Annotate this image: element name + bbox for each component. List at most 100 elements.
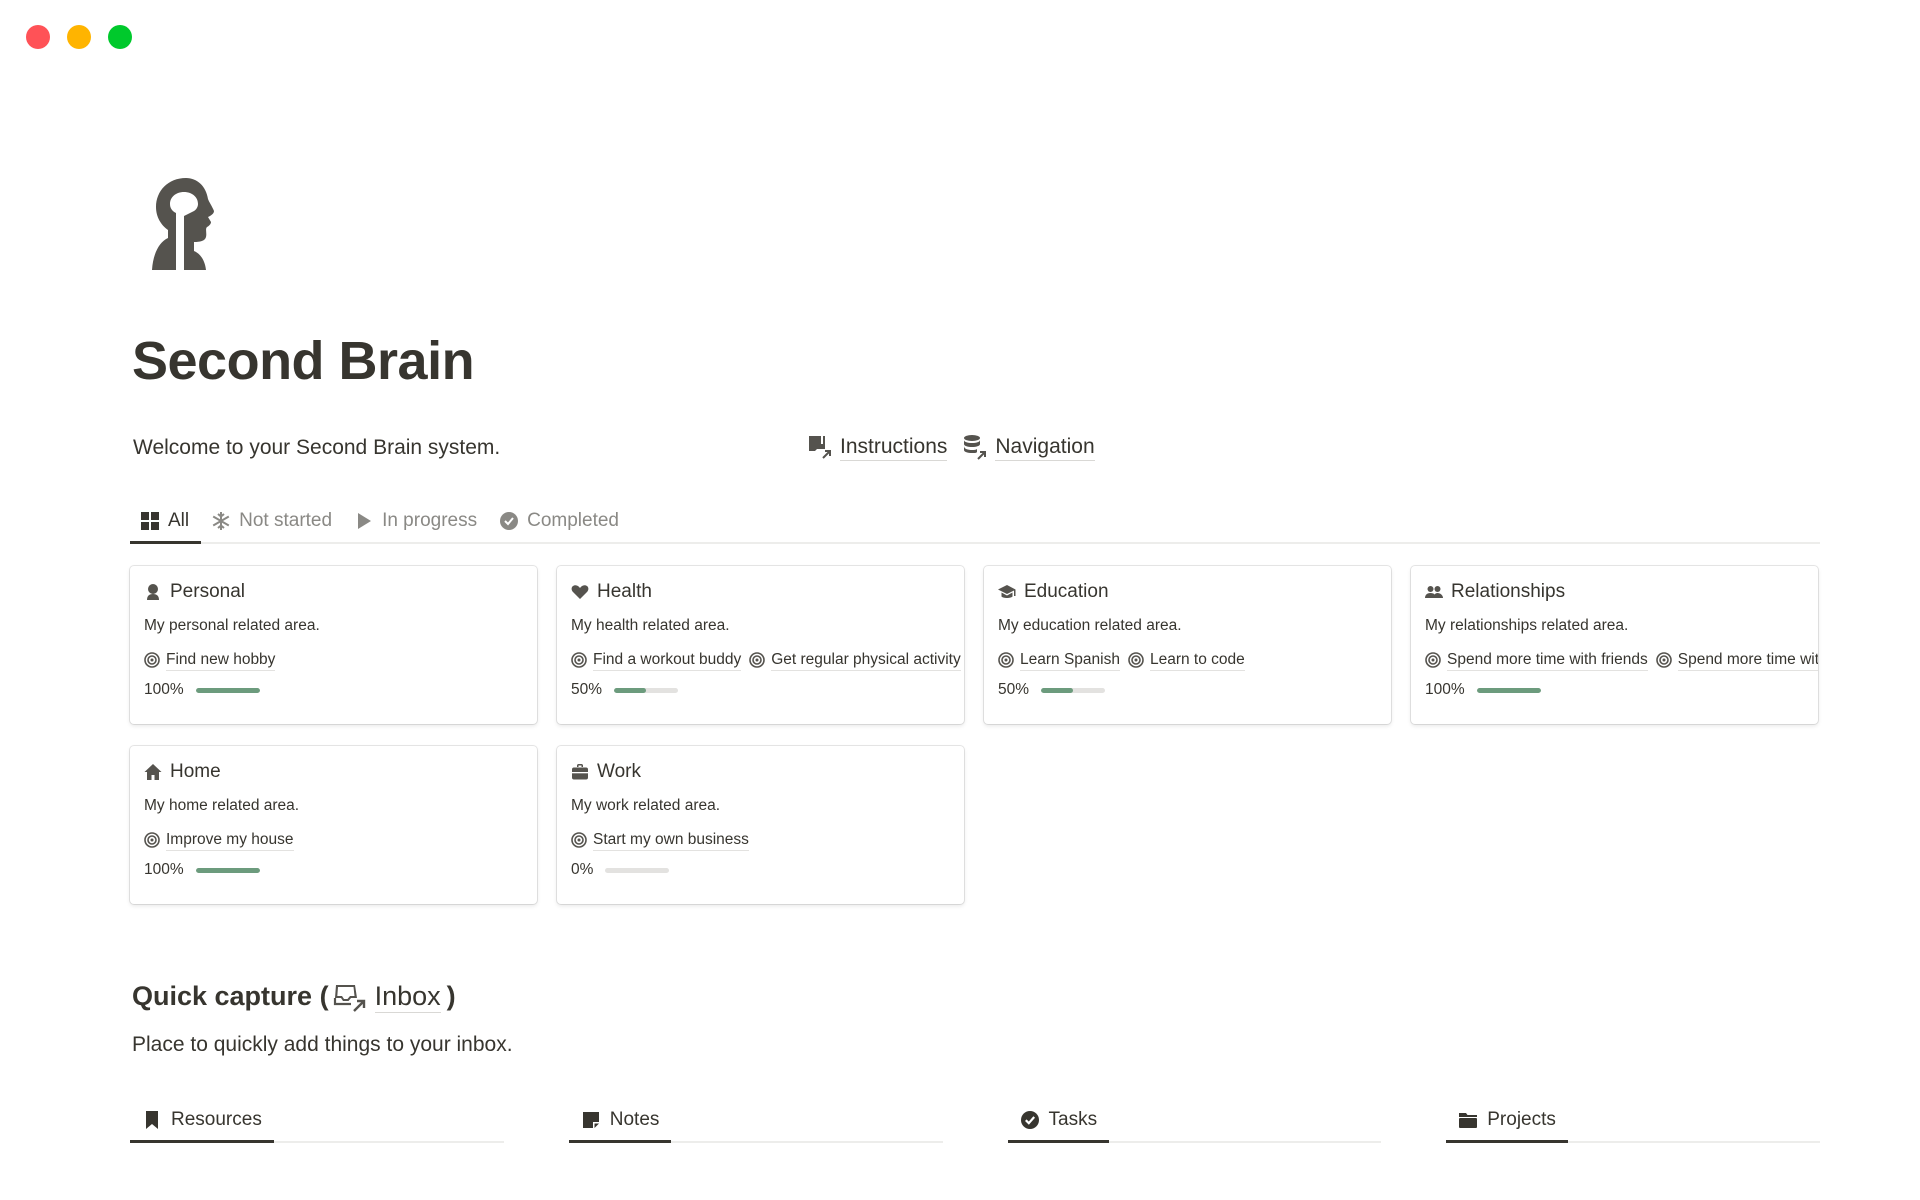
- area-name: Health: [597, 581, 652, 602]
- tab-tasks[interactable]: Tasks: [1007, 1098, 1110, 1143]
- maximize-window-button[interactable]: [108, 25, 132, 49]
- target-icon: [1655, 652, 1672, 668]
- progress-bar-fill: [614, 687, 647, 693]
- tab-tasks-label: Tasks: [1048, 1108, 1098, 1130]
- area-progress: 0%: [571, 861, 964, 879]
- area-description: My health related area.: [571, 617, 730, 634]
- goal-label: Learn to code: [1149, 650, 1245, 671]
- goal-link[interactable]: Spend more time with friends: [1425, 649, 1648, 671]
- tab-not-started-label: Not started: [239, 510, 333, 531]
- goal-label: Find new hobby: [166, 650, 276, 671]
- goal-link[interactable]: Find a workout buddy: [571, 649, 742, 671]
- area-card-personal[interactable]: Personal My personal related area. Find …: [130, 566, 537, 724]
- goal-label: Get regular physical activity: [771, 650, 961, 671]
- area-description: My relationships related area.: [1425, 617, 1629, 634]
- progress-bar: [1041, 687, 1106, 693]
- goal-link[interactable]: Learn to code: [1128, 649, 1245, 671]
- progress-label: 100%: [144, 681, 184, 698]
- progress-bar-fill: [1041, 687, 1074, 693]
- resources-section: Resources: [130, 1098, 504, 1143]
- head-brain-icon[interactable]: [150, 176, 226, 272]
- quick-capture-heading-suffix: ): [446, 981, 456, 1011]
- area-name: Personal: [170, 581, 245, 602]
- progress-label: 50%: [571, 681, 603, 698]
- area-name: Home: [170, 761, 221, 782]
- house-icon: [144, 764, 162, 780]
- tab-projects-label: Projects: [1487, 1108, 1556, 1130]
- instructions-link[interactable]: Instructions: [806, 433, 948, 461]
- area-filter-tabs: All Not started In progress Completed: [130, 500, 1820, 544]
- tab-all-label: All: [168, 510, 190, 531]
- area-card-home[interactable]: Home My home related area. Improve my ho…: [130, 746, 537, 904]
- goal-label: Improve my house: [166, 830, 294, 851]
- projects-section: Projects: [1446, 1098, 1820, 1143]
- tab-resources[interactable]: Resources: [130, 1098, 274, 1143]
- goal-link[interactable]: Start my own business: [571, 829, 749, 851]
- tasks-section: Tasks: [1007, 1098, 1382, 1143]
- area-card-health[interactable]: Health My health related area. Find a wo…: [557, 566, 964, 724]
- tab-in-progress-label: In progress: [382, 510, 478, 531]
- target-icon: [571, 652, 587, 668]
- areas-gallery: Personal My personal related area. Find …: [130, 566, 1820, 904]
- navigation-link-label: Navigation: [995, 434, 1095, 461]
- close-window-button[interactable]: [26, 25, 50, 49]
- goal-link[interactable]: Improve my house: [144, 829, 294, 851]
- area-description: My work related area.: [571, 797, 721, 814]
- play-icon: [358, 513, 372, 529]
- quick-capture-sections: Resources Notes Tasks Projects: [130, 1098, 1820, 1143]
- area-name: Education: [1024, 581, 1109, 602]
- navigation-link[interactable]: Navigation: [961, 433, 1095, 461]
- area-goals: Learn Spanish Learn to code: [998, 649, 1391, 671]
- area-progress: 100%: [1425, 681, 1818, 699]
- minimize-window-button[interactable]: [67, 25, 91, 49]
- goal-label: Spend more time with family: [1677, 650, 1818, 671]
- progress-bar: [1476, 687, 1541, 693]
- page-links: Instructions Navigation: [806, 433, 1095, 461]
- tab-notes[interactable]: Notes: [568, 1098, 672, 1143]
- tab-in-progress[interactable]: In progress: [344, 500, 489, 542]
- area-card-relationships[interactable]: Relationships My relationships related a…: [1411, 566, 1818, 724]
- progress-label: 0%: [571, 861, 594, 878]
- goal-label: Spend more time with friends: [1447, 650, 1648, 671]
- tab-completed[interactable]: Completed: [489, 500, 631, 542]
- area-progress: 100%: [144, 681, 537, 699]
- progress-label: 100%: [1425, 681, 1465, 698]
- goal-link[interactable]: Spend more time with family: [1655, 649, 1818, 671]
- goal-link[interactable]: Get regular physical activity: [749, 649, 961, 671]
- quick-capture-heading-prefix: Quick capture (: [132, 981, 329, 1011]
- target-icon: [998, 652, 1014, 668]
- progress-bar: [605, 867, 670, 873]
- target-icon: [1128, 652, 1144, 668]
- area-progress: 50%: [571, 681, 964, 699]
- goal-link[interactable]: Find new hobby: [144, 649, 276, 671]
- area-progress: 100%: [144, 861, 537, 879]
- area-card-education[interactable]: Education My education related area. Lea…: [984, 566, 1391, 724]
- target-icon: [144, 832, 160, 848]
- tab-projects[interactable]: Projects: [1446, 1098, 1568, 1143]
- goal-link[interactable]: Learn Spanish: [998, 649, 1120, 671]
- tab-completed-label: Completed: [527, 510, 619, 531]
- page-title: Second Brain: [132, 331, 475, 391]
- tab-all[interactable]: All: [130, 500, 202, 544]
- area-card-work[interactable]: Work My work related area. Start my own …: [557, 746, 964, 904]
- area-name: Relationships: [1451, 581, 1566, 602]
- progress-bar-fill: [195, 867, 260, 873]
- area-name: Work: [597, 761, 641, 782]
- notes-section: Notes: [568, 1098, 943, 1143]
- person-icon: [147, 584, 159, 600]
- tab-resources-label: Resources: [171, 1108, 262, 1130]
- area-progress: 50%: [998, 681, 1391, 699]
- area-goals: Spend more time with friends Spend more …: [1425, 649, 1818, 671]
- bookmark-icon: [146, 1110, 158, 1129]
- progress-bar: [614, 687, 679, 693]
- target-icon: [749, 652, 766, 668]
- snowflake-icon: [212, 512, 230, 530]
- area-goals: Start my own business: [571, 829, 964, 851]
- tab-notes-label: Notes: [609, 1108, 660, 1130]
- inbox-link-icon: [333, 984, 365, 1012]
- target-icon: [144, 652, 160, 668]
- inbox-link[interactable]: Inbox: [374, 980, 441, 1013]
- tab-not-started[interactable]: Not started: [201, 500, 344, 542]
- people-icon: [1425, 586, 1443, 598]
- progress-bar: [195, 687, 260, 693]
